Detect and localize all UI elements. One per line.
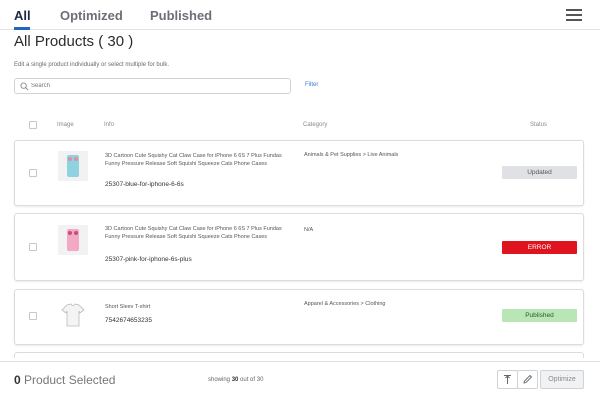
search-box[interactable]: [14, 78, 291, 94]
edit-pencil-icon: [523, 374, 533, 384]
top-tab-bar: All Optimized Published: [0, 0, 600, 30]
search-input[interactable]: [31, 80, 281, 92]
table-row[interactable]: [14, 352, 584, 358]
tab-optimized[interactable]: Optimized: [60, 8, 123, 23]
product-sku: 7542674653235: [105, 317, 152, 324]
column-status: Status: [530, 122, 548, 128]
product-thumbnail: [58, 300, 88, 330]
product-info: Short Sleev T-shirt: [105, 304, 151, 310]
product-sku: 25307-blue-for-iphone-6-6s: [105, 181, 184, 188]
edit-button[interactable]: [517, 370, 538, 389]
filter-link[interactable]: Filter: [305, 82, 318, 88]
row-checkbox[interactable]: [29, 169, 37, 177]
product-sku: 25307-pink-for-iphone-6s-plus: [105, 256, 192, 263]
column-image: Image: [57, 122, 74, 128]
product-thumbnail: [58, 151, 88, 181]
selected-count: 0 Product Selected: [14, 373, 116, 387]
bulk-action-footer: 0 Product Selected showing 30 out of 30 …: [0, 361, 600, 398]
optimize-button[interactable]: Optimize: [540, 370, 584, 389]
table-row[interactable]: 3D Cartoon Cute Squishy Cat Claw Case fo…: [14, 213, 584, 281]
showing-count: showing 30 out of 30: [208, 377, 264, 383]
row-checkbox[interactable]: [29, 243, 37, 251]
upload-button[interactable]: [497, 370, 518, 389]
table-row[interactable]: Short Sleev T-shirt 7542674653235 Appare…: [14, 289, 584, 345]
hamburger-menu-icon[interactable]: [566, 9, 582, 21]
tab-published[interactable]: Published: [150, 8, 212, 23]
product-category: Apparel & Accessories > Clothing: [304, 301, 386, 307]
tab-all[interactable]: All: [14, 8, 31, 23]
column-info: Info: [104, 122, 115, 128]
page-subtitle: Edit a single product individually or se…: [14, 62, 170, 68]
select-all-checkbox[interactable]: [29, 121, 37, 129]
product-info: 3D Cartoon Cute Squishy Cat Claw Case fo…: [105, 153, 282, 167]
product-thumbnail: [58, 225, 88, 255]
table-row[interactable]: 3D Cartoon Cute Squishy Cat Claw Case fo…: [14, 140, 584, 206]
product-category: N/A: [304, 227, 314, 233]
product-category: Animals & Pet Supplies > Live Animals: [304, 152, 399, 158]
search-icon: [20, 82, 29, 91]
page-title: All Products ( 30 ): [14, 33, 134, 50]
status-badge: Updated: [502, 166, 577, 179]
product-info: 3D Cartoon Cute Squishy Cat Claw Case fo…: [105, 226, 282, 240]
status-badge: ERROR: [502, 241, 577, 254]
active-tab-indicator: [14, 27, 30, 30]
table-header: Image Info Category Status: [0, 118, 600, 132]
column-category: Category: [303, 122, 328, 128]
upload-icon: [504, 375, 511, 384]
status-badge: Published: [502, 309, 577, 322]
row-checkbox[interactable]: [29, 312, 37, 320]
